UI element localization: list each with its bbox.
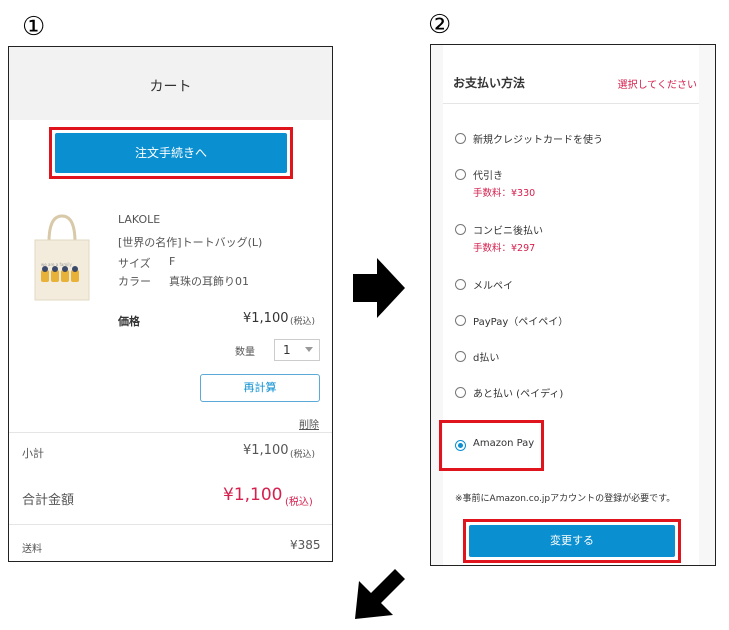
select-prompt: 選択してください: [617, 80, 697, 91]
price-tax-note: (税込): [290, 317, 316, 327]
quantity-value: 1: [283, 343, 291, 357]
color-label: カラー: [118, 275, 151, 288]
cart-header: カート: [9, 47, 332, 120]
total-tax-note: (税込): [285, 497, 313, 508]
radio-button[interactable]: [455, 387, 466, 398]
total-label: 合計金額: [22, 493, 75, 508]
divider: [443, 103, 699, 104]
divider: [9, 524, 332, 525]
step-1-marker: ①: [22, 12, 46, 42]
radio-button[interactable]: [455, 133, 466, 144]
shipping-label: 送料: [22, 544, 42, 555]
change-button[interactable]: 変更する: [469, 525, 675, 557]
total-value: ¥1,100: [223, 485, 283, 505]
option-fee: 手数料：¥330: [473, 188, 536, 199]
down-left-arrow-icon: [355, 563, 411, 623]
checkout-button[interactable]: 注文手続きへ: [55, 133, 287, 173]
price-value: ¥1,100: [243, 311, 289, 326]
payment-card: お支払い方法 選択してください 新規クレジットカードを使う 代引き 手数料：¥3…: [439, 45, 699, 565]
option-label: 新規クレジットカードを使う: [473, 135, 603, 146]
chevron-down-icon: [305, 347, 313, 352]
size-label: サイズ: [118, 257, 151, 270]
size-value: F: [169, 255, 176, 268]
right-arrow-icon: [353, 258, 405, 322]
subtotal-tax-note: (税込): [290, 450, 316, 460]
radio-button[interactable]: [455, 224, 466, 235]
option-label: あと払い (ペイディ): [473, 389, 564, 400]
quantity-select[interactable]: 1: [274, 339, 320, 361]
option-label: 代引き: [473, 171, 503, 182]
step-2-marker: ②: [428, 10, 452, 40]
divider: [9, 432, 332, 433]
option-fee: 手数料：¥297: [473, 243, 536, 254]
subtotal-label: 小計: [22, 447, 44, 460]
radio-button[interactable]: [455, 315, 466, 326]
payment-title: お支払い方法: [453, 76, 526, 90]
amazon-note: ※事前にAmazon.co.jpアカウントの登録が必要です。: [455, 494, 676, 504]
recalculate-button[interactable]: 再計算: [200, 374, 320, 402]
option-label: d払い: [473, 353, 500, 364]
color-value: 真珠の耳飾り01: [169, 275, 249, 288]
radio-button[interactable]: [455, 279, 466, 290]
product-brand: LAKOLE: [118, 213, 161, 226]
cart-title: カート: [149, 79, 192, 95]
option-label: コンビニ後払い: [473, 226, 543, 237]
quantity-label: 数量: [235, 347, 255, 358]
price-label: 価格: [118, 315, 140, 328]
payment-screenshot: お支払い方法 選択してください 新規クレジットカードを使う 代引き 手数料：¥3…: [430, 44, 716, 566]
product-image[interactable]: we are a family: [27, 212, 97, 302]
delete-link[interactable]: 削除: [299, 416, 319, 431]
shipping-value: ¥385: [290, 538, 321, 552]
product-name[interactable]: [世界の名作]トートバッグ(L): [118, 234, 262, 250]
option-label: PayPay（ペイペイ）: [473, 317, 569, 328]
option-label: メルペイ: [473, 281, 513, 292]
subtotal-value: ¥1,100: [243, 443, 289, 458]
radio-button-selected[interactable]: [455, 440, 466, 451]
cart-screenshot: カート 注文手続きへ we are a family LAKOLE [世界の名作…: [8, 46, 333, 562]
radio-button[interactable]: [455, 169, 466, 180]
radio-button[interactable]: [455, 351, 466, 362]
option-label: Amazon Pay: [473, 438, 535, 449]
